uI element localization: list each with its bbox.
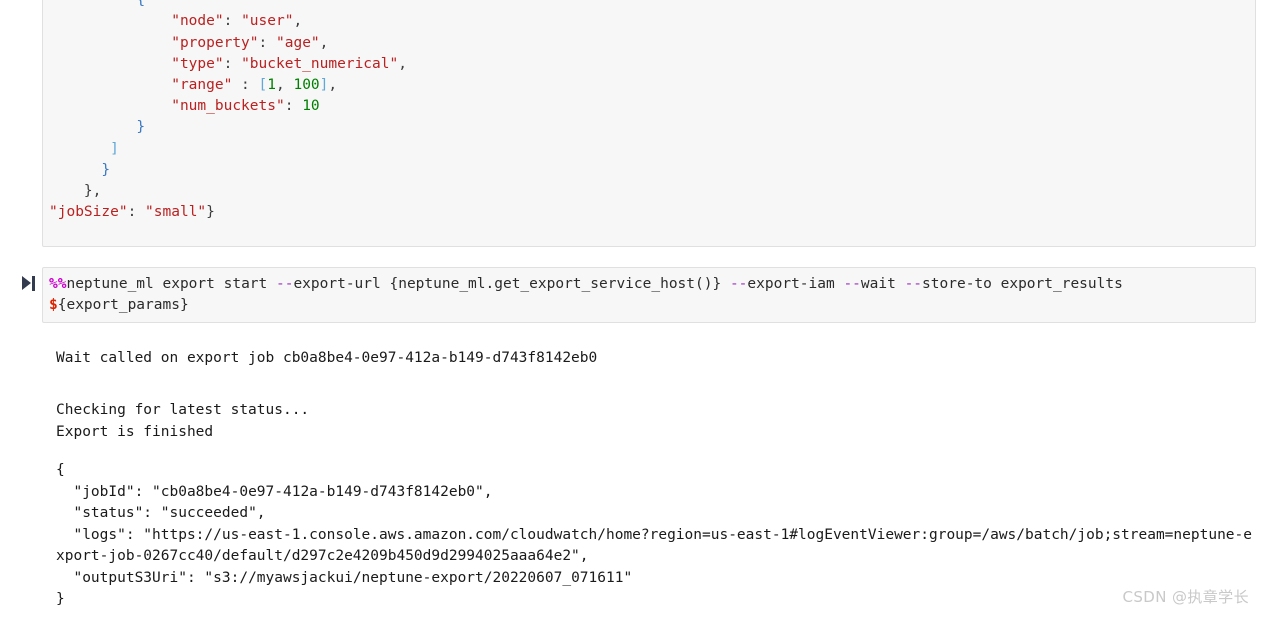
code-line: } xyxy=(49,117,1243,138)
code-token: -- xyxy=(904,276,923,292)
code-token: %% xyxy=(49,276,67,292)
command-cell-code[interactable]: %%neptune_ml export start --export-url {… xyxy=(49,274,1243,316)
code-token: -- xyxy=(275,276,294,292)
code-token: "small" xyxy=(145,204,207,221)
code-token: "jobSize" xyxy=(49,204,128,221)
code-token: , xyxy=(328,77,338,94)
play-bar xyxy=(32,276,35,291)
code-line: "property": "age", xyxy=(49,33,1243,54)
code-token: [ xyxy=(258,77,268,94)
code-token: "user" xyxy=(241,13,294,30)
code-token: } xyxy=(83,183,93,200)
code-token: } xyxy=(206,204,215,221)
code-token: store-to export_results xyxy=(922,276,1123,292)
play-triangle xyxy=(22,276,31,290)
code-token: -- xyxy=(843,276,861,292)
code-token: $ xyxy=(49,297,58,314)
code-token: , xyxy=(398,55,407,72)
code-token: : xyxy=(258,34,276,51)
code-token: neptune_ml export start xyxy=(66,276,276,292)
code-token: wait xyxy=(860,276,905,292)
code-line: "type": "bucket_numerical", xyxy=(49,54,1243,75)
code-token: , xyxy=(276,77,294,94)
code-token: : xyxy=(127,204,146,221)
code-token: "property" xyxy=(171,34,259,51)
code-token: "range" xyxy=(171,77,233,94)
code-token: 1 xyxy=(267,77,276,94)
output-status-lines: Checking for latest status... Export is … xyxy=(56,402,310,440)
code-line: "range" : [1, 100], xyxy=(49,75,1243,96)
code-line: "node": "user", xyxy=(49,11,1243,32)
json-cell-code[interactable]: }, { "node": "user", "property": "age", … xyxy=(49,0,1243,223)
export-params-json-cell[interactable]: }, { "node": "user", "property": "age", … xyxy=(42,0,1256,247)
code-token: , xyxy=(293,13,303,30)
code-line: "jobSize": "small"} xyxy=(49,202,1243,223)
code-line: "num_buckets": 10 xyxy=(49,96,1243,117)
code-line: { xyxy=(49,0,1243,11)
output-wait-message: Wait called on export job cb0a8be4-0e97-… xyxy=(56,350,598,366)
csdn-watermark: CSDN @执章学长 xyxy=(1122,588,1249,606)
neptune-ml-export-start-cell[interactable]: %%neptune_ml export start --export-url {… xyxy=(42,267,1256,323)
code-line: ${export_params} xyxy=(49,295,1243,316)
code-token: ] xyxy=(110,140,119,157)
code-token: "age" xyxy=(276,34,320,51)
code-token: { xyxy=(136,0,146,9)
code-line: } xyxy=(49,160,1243,181)
play-to-end-icon[interactable] xyxy=(22,276,36,291)
code-token: "bucket_numerical" xyxy=(241,55,399,72)
code-token: export-url {neptune_ml.get_export_servic… xyxy=(293,276,730,292)
code-token: } xyxy=(136,119,146,136)
code-line: ] xyxy=(49,139,1243,160)
code-token: , xyxy=(92,183,102,200)
code-token: export-iam xyxy=(747,276,844,292)
code-line: %%neptune_ml export start --export-url {… xyxy=(49,274,1243,295)
code-token: , xyxy=(319,34,329,51)
code-token: "num_buckets" xyxy=(171,98,285,115)
code-token: "node" xyxy=(171,13,224,30)
code-token: : xyxy=(223,55,242,72)
code-token: {export_params} xyxy=(57,297,189,314)
code-token: : xyxy=(232,77,259,94)
code-token: : xyxy=(223,13,242,30)
code-token: "type" xyxy=(171,55,224,72)
code-token: 100 xyxy=(293,77,320,94)
code-line: }, xyxy=(49,181,1243,202)
code-token: } xyxy=(101,161,111,178)
code-token: : xyxy=(284,98,303,115)
output-result-json: { "jobId": "cb0a8be4-0e97-412a-b149-d743… xyxy=(56,462,1252,607)
code-token: 10 xyxy=(302,98,320,115)
code-token: -- xyxy=(729,276,748,292)
